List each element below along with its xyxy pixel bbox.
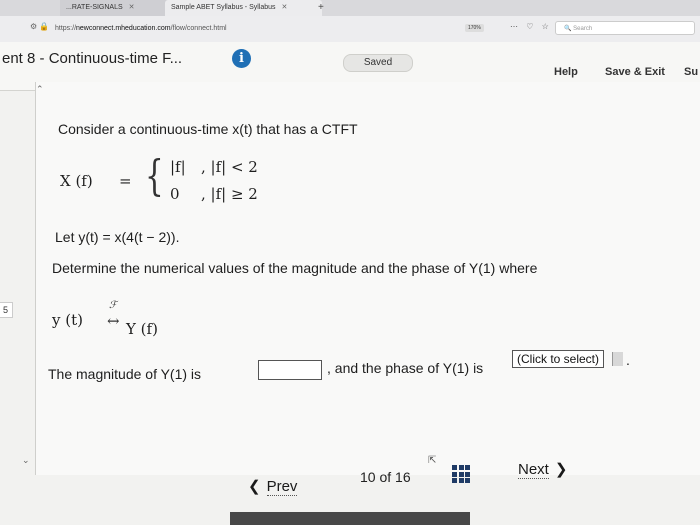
browser-tab-bar: ...RATE-SIGNALS ✕ Sample ABET Syllabus - … [0,0,700,16]
xf-lhs: X (f) [60,172,93,190]
assignment-title: ent 8 - Continuous-time F... [2,50,183,67]
page-of: of [379,469,392,485]
answer-prefix: The magnitude of Y(1) is [48,366,202,382]
page-total: 16 [395,469,411,485]
url-prefix: https:// [55,25,77,32]
prev-label: Prev [266,478,298,496]
url-host: newconnect.mheducation.com [76,25,171,32]
question-number: 5 [0,302,13,318]
chevron-left-icon: ❮ [248,478,261,495]
question-intro: Consider a continuous-time x(t) that has… [58,121,358,137]
next-label: Next [518,461,549,479]
os-taskbar [230,512,470,525]
next-button[interactable]: Next ❯ [518,460,568,479]
page-current: 10 [360,469,376,485]
prev-button[interactable]: ❮ Prev [248,477,298,496]
search-input[interactable]: 🔍 Search [555,21,695,35]
saved-status: Saved [343,54,413,72]
mouse-cursor-icon: ⇱ [428,455,437,466]
lock-icon: ⚙ 🔒 [30,22,50,31]
url-path: /flow/connect.html [170,25,227,32]
sentence-period: . [626,352,630,368]
save-exit-button[interactable]: Save & Exit [605,66,665,78]
close-icon[interactable]: ✕ [129,4,135,11]
question-panel [35,82,700,475]
magnitude-input[interactable] [258,360,322,380]
answer-middle: , and the phase of Y(1) is [327,360,484,376]
piecewise-brace: { [145,151,164,200]
fourier-symbol: ℱ [109,300,117,311]
address-bar: ⚙ 🔒 https://newconnect.mheducation.com/f… [0,16,700,43]
url-field[interactable]: https://newconnect.mheducation.com/flow/… [55,22,485,35]
equals-sign: = [119,172,132,190]
toolbar-icons[interactable]: ⋯ ♡ ☆ [510,22,552,31]
submit-button[interactable]: Su [684,66,698,78]
close-icon[interactable]: ✕ [282,4,288,11]
scroll-up-icon[interactable]: ⌃ [36,84,44,95]
tab-title: Sample ABET Syllabus - Syllabus [171,4,276,11]
case1-condition: , |f| < 2 [201,158,258,176]
determine-statement: Determine the numerical values of the ma… [52,260,538,276]
let-statement: Let y(t) = x(4(t − 2)). [55,229,180,245]
ft-pair-rhs: Y (f) [126,320,158,338]
new-tab-button[interactable]: + [318,0,324,16]
fourier-arrow-icon: ↔ [107,312,120,330]
chevron-right-icon: ❯ [554,461,568,478]
browser-tab-active[interactable]: Sample ABET Syllabus - Syllabus ✕ [165,0,322,16]
ft-pair-lhs: y (t) [52,311,83,329]
zoom-level[interactable]: 170% [465,24,484,32]
help-button[interactable]: Help [554,66,578,78]
info-icon[interactable]: i [232,49,251,68]
select-arrow-icon[interactable] [612,352,623,366]
tab-title: ...RATE-SIGNALS [66,4,123,11]
grid-icon[interactable] [452,465,470,483]
search-placeholder: Search [573,26,593,32]
browser-tab[interactable]: ...RATE-SIGNALS ✕ [60,0,172,16]
case2-condition: , |f| ≥ 2 [201,185,258,203]
page-indicator[interactable]: 10 of 16 [360,469,411,485]
phase-select[interactable]: (Click to select) [512,350,605,368]
case1-value: |f| [170,158,186,176]
case2-value: 0 [170,185,180,203]
